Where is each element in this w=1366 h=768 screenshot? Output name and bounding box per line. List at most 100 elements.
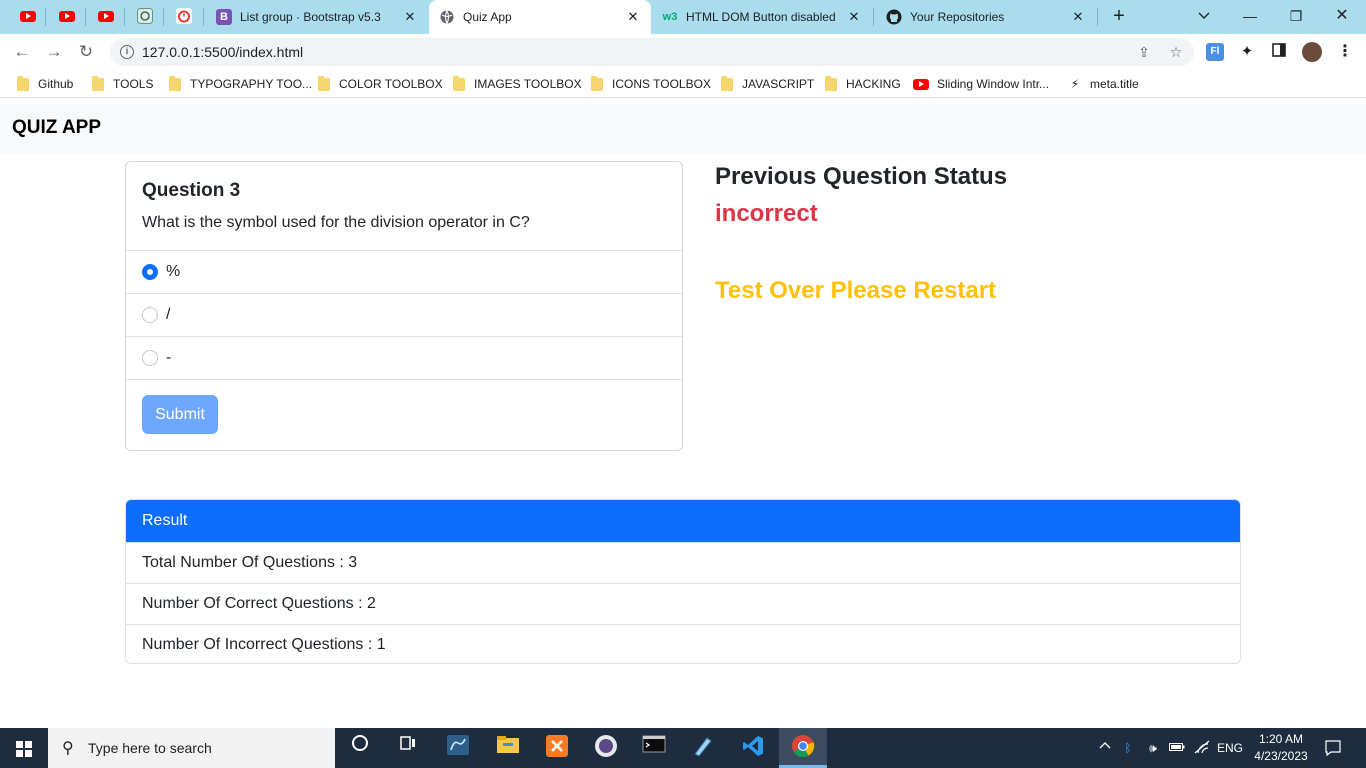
restore-button[interactable]: ❐ <box>1284 4 1308 28</box>
chrome-icon[interactable] <box>789 734 817 762</box>
chevron-up-icon[interactable] <box>1098 740 1112 756</box>
terminal-icon[interactable] <box>640 734 668 762</box>
app-brand[interactable]: QUIZ APP <box>12 117 101 139</box>
option-item[interactable]: % <box>126 250 682 293</box>
option-item[interactable]: - <box>126 336 682 379</box>
address-bar[interactable]: i 127.0.0.1:5500/index.html ⇪ ☆ <box>110 38 1194 66</box>
close-icon[interactable]: ✕ <box>402 9 418 25</box>
youtube-icon <box>59 10 75 22</box>
option-label[interactable]: / <box>166 306 170 324</box>
address-url[interactable]: 127.0.0.1:5500/index.html <box>142 44 303 60</box>
github-icon <box>886 9 902 25</box>
notifications-icon[interactable] <box>1324 740 1342 757</box>
youtube-icon <box>98 10 114 22</box>
taskbar-search[interactable]: ⚲ Type here to search <box>48 728 335 768</box>
folder-icon <box>17 75 29 91</box>
pinned-tab-chatgpt[interactable] <box>135 6 155 26</box>
option-item[interactable]: / <box>126 293 682 336</box>
bookmark-images-toolbox[interactable]: IMAGES TOOLBOX <box>453 75 582 93</box>
bluetooth-icon[interactable]: ᛒ <box>1121 740 1135 756</box>
xampp-icon[interactable] <box>543 734 571 762</box>
system-clock[interactable]: 1:20 AM 4/23/2023 <box>1252 731 1310 765</box>
search-placeholder[interactable]: Type here to search <box>88 740 212 756</box>
tab-label: Your Repositories <box>910 10 1005 24</box>
folder-icon <box>453 75 465 91</box>
clock-date: 4/23/2023 <box>1254 749 1308 763</box>
reload-button[interactable]: ↻ <box>74 40 98 64</box>
youtube-icon <box>20 10 36 22</box>
forward-button[interactable]: → <box>42 40 66 64</box>
tab-quiz-app[interactable]: Quiz App ✕ <box>429 0 651 34</box>
bookmark-label: Github <box>38 77 74 91</box>
option-radio[interactable] <box>142 264 158 280</box>
start-button[interactable] <box>16 741 32 757</box>
close-icon[interactable]: ✕ <box>1070 9 1086 25</box>
cortana-icon[interactable] <box>346 734 374 762</box>
search-icon: ⚲ <box>62 740 74 757</box>
back-button[interactable]: ← <box>10 40 34 64</box>
bookmark-tools[interactable]: TOOLS <box>92 75 153 93</box>
bookmark-javascript[interactable]: JAVASCRIPT <box>721 75 814 93</box>
share-icon[interactable]: ⇪ <box>1135 43 1153 61</box>
vscode-icon[interactable] <box>739 734 767 762</box>
pinned-tab-timer[interactable] <box>174 6 194 26</box>
option-radio[interactable] <box>142 350 158 366</box>
folder-icon <box>591 75 603 91</box>
result-card: Result Total Number Of Questions : 3 Num… <box>125 499 1241 664</box>
pinned-tab-youtube[interactable] <box>57 6 77 26</box>
bookmark-color-toolbox[interactable]: COLOR TOOLBOX <box>318 75 443 93</box>
bookmark-label: meta.title <box>1090 77 1139 91</box>
bookmark-label: HACKING <box>846 77 901 91</box>
bookmark-icons-toolbox[interactable]: ICONS TOOLBOX <box>591 75 711 93</box>
option-label[interactable]: % <box>166 263 180 281</box>
bookmark-github[interactable]: Github <box>17 75 73 93</box>
file-explorer-icon[interactable] <box>494 734 522 762</box>
folder-icon <box>169 75 181 91</box>
clock-time: 1:20 AM <box>1258 732 1304 746</box>
result-correct-questions: Number Of Correct Questions : 2 <box>126 583 1240 624</box>
chatgpt-icon <box>137 8 153 24</box>
extension-icon[interactable]: Fl <box>1206 43 1224 61</box>
wifi-icon[interactable] <box>1193 740 1211 756</box>
menu-kebab-icon[interactable]: ⋮ <box>1336 43 1354 61</box>
bookmark-hacking[interactable]: HACKING <box>825 75 901 93</box>
pinned-tab-youtube[interactable] <box>18 6 38 26</box>
bookmark-typography[interactable]: TYPOGRAPHY TOO... <box>169 75 312 93</box>
github-desktop-icon[interactable] <box>592 734 620 762</box>
submit-button[interactable]: Submit <box>142 395 218 434</box>
option-label[interactable]: - <box>166 349 171 367</box>
window-close-button[interactable]: ✕ <box>1330 4 1354 28</box>
new-tab-button[interactable]: + <box>1107 4 1131 28</box>
mysql-workbench-icon[interactable] <box>444 734 472 762</box>
option-radio[interactable] <box>142 307 158 323</box>
side-panel-icon[interactable] <box>1270 43 1288 61</box>
task-view-icon[interactable] <box>394 734 422 762</box>
tab-separator <box>124 8 125 26</box>
battery-icon[interactable] <box>1168 740 1186 756</box>
language-indicator[interactable]: ENG <box>1216 740 1244 756</box>
pinned-tab-youtube[interactable] <box>96 6 116 26</box>
puzzle-extensions-icon[interactable]: ✦ <box>1238 43 1256 61</box>
close-icon[interactable]: ✕ <box>625 9 641 25</box>
tab-search-button[interactable] <box>1192 4 1216 28</box>
bookmark-label: TYPOGRAPHY TOO... <box>190 77 313 91</box>
bookmark-meta-title[interactable]: ⚡ meta.title <box>1068 75 1139 93</box>
notepad-icon[interactable] <box>689 734 717 762</box>
previous-status-heading: Previous Question Status <box>715 163 1008 190</box>
globe-icon <box>439 9 455 25</box>
result-incorrect-questions: Number Of Incorrect Questions : 1 <box>126 624 1240 663</box>
bookmark-sliding-window[interactable]: Sliding Window Intr... <box>913 75 1049 93</box>
bookmark-star-icon[interactable]: ☆ <box>1167 43 1185 61</box>
windows-taskbar: ⚲ Type here to search ᛒ 🕪 ENG 1:20 AM 4/… <box>0 728 1366 768</box>
tab-label: HTML DOM Button disabled P <box>686 10 840 24</box>
profile-avatar[interactable] <box>1302 42 1322 62</box>
tab-bootstrap[interactable]: B List group · Bootstrap v5.3 ✕ <box>206 0 428 34</box>
bookmark-label: IMAGES TOOLBOX <box>474 77 582 91</box>
tab-w3schools[interactable]: w3 HTML DOM Button disabled P ✕ <box>652 0 872 34</box>
volume-icon[interactable]: 🕪 <box>1143 740 1163 756</box>
youtube-icon <box>913 78 929 90</box>
close-icon[interactable]: ✕ <box>846 9 862 25</box>
minimize-button[interactable]: — <box>1238 4 1262 28</box>
site-info-icon[interactable]: i <box>120 45 134 59</box>
tab-github[interactable]: Your Repositories ✕ <box>876 0 1096 34</box>
